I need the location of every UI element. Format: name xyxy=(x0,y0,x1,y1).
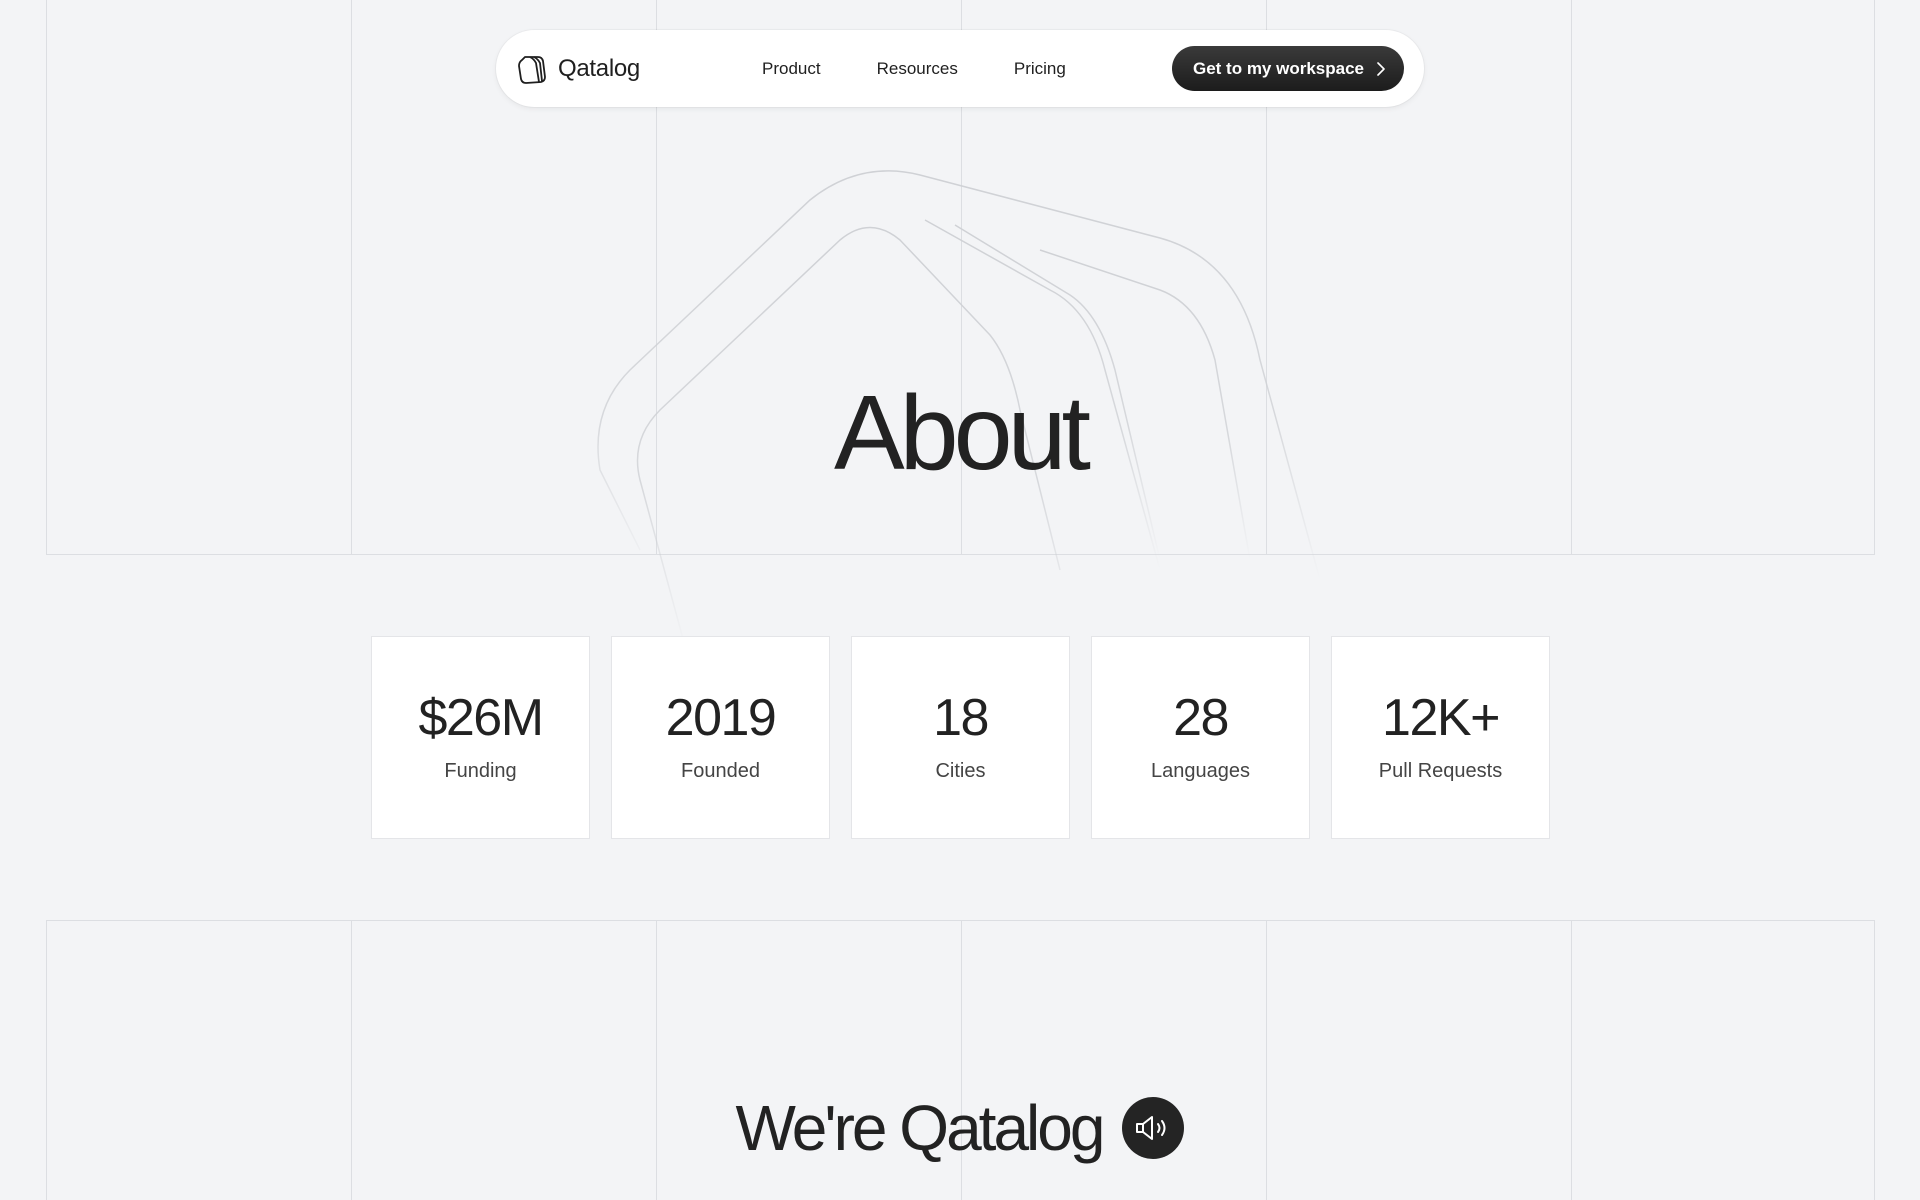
stat-value: 12K+ xyxy=(1382,689,1500,747)
nav-link-product[interactable]: Product xyxy=(762,59,821,79)
stat-card-founded: 2019 Founded xyxy=(611,636,830,839)
cta-label: Get to my workspace xyxy=(1192,58,1364,78)
stat-value: 2019 xyxy=(665,689,777,747)
stat-label: Languages xyxy=(1151,760,1250,782)
stats-row: $26M Funding 2019 Founded 18 Cities 28 L… xyxy=(371,636,1550,839)
get-to-workspace-button[interactable]: Get to my workspace xyxy=(1171,46,1404,91)
nav-links: Product Resources Pricing xyxy=(762,30,1066,107)
intro-title: We're Qatalog xyxy=(735,1092,1106,1164)
speaker-icon xyxy=(1136,1116,1166,1140)
top-navbar: Qatalog Product Resources Pricing Get to… xyxy=(496,30,1424,107)
stat-card-funding: $26M Funding xyxy=(371,636,590,839)
nav-link-pricing[interactable]: Pricing xyxy=(1014,59,1066,79)
stat-label: Pull Requests xyxy=(1378,760,1503,782)
brand-home-link[interactable]: Qatalog xyxy=(516,30,640,107)
stat-card-languages: 28 Languages xyxy=(1091,636,1310,839)
sound-toggle-button[interactable] xyxy=(1122,1097,1185,1159)
stat-value: 28 xyxy=(1173,689,1229,747)
chevron-right-icon xyxy=(1377,61,1385,76)
stat-label: Founded xyxy=(681,760,760,782)
stat-card-cities: 18 Cities xyxy=(851,636,1070,839)
intro-heading-row: We're Qatalog xyxy=(0,1096,1920,1160)
stat-label: Cities xyxy=(935,760,986,782)
stat-value: $26M xyxy=(418,689,544,747)
nav-link-resources[interactable]: Resources xyxy=(877,59,958,79)
stat-label: Funding xyxy=(444,760,517,782)
stat-card-pull-requests: 12K+ Pull Requests xyxy=(1331,636,1550,839)
qatalog-logo-icon xyxy=(518,55,546,84)
stat-value: 18 xyxy=(933,689,989,747)
page-title: About xyxy=(833,374,1091,492)
brand-name: Qatalog xyxy=(558,54,640,82)
